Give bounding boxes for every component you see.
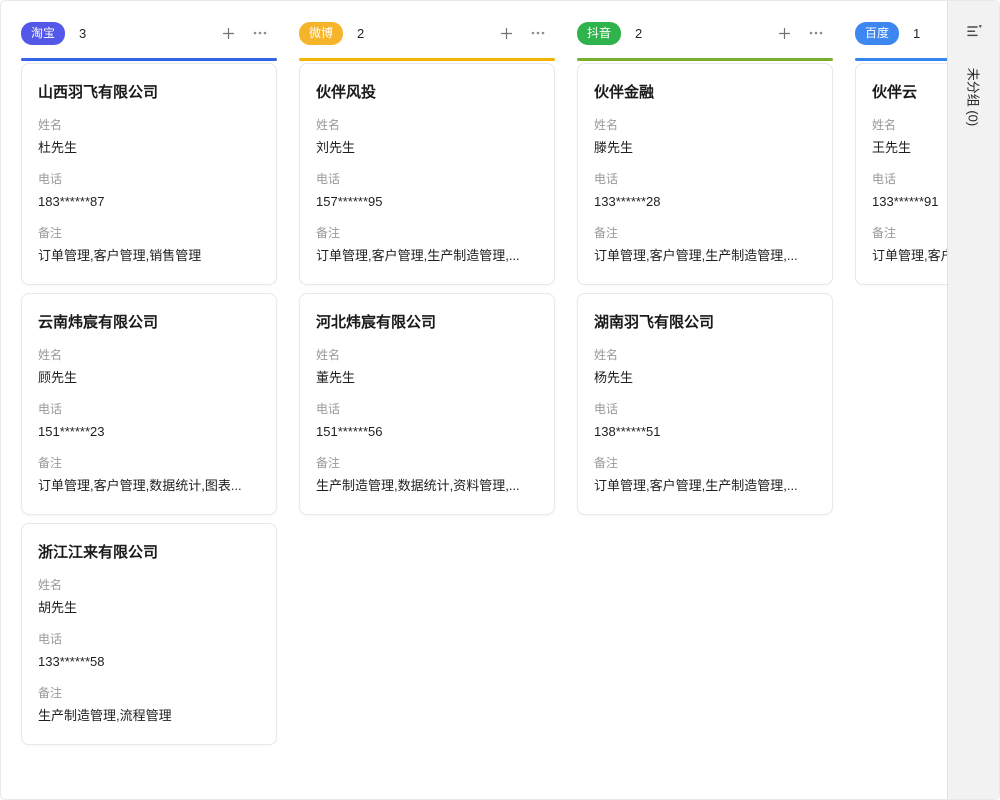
field-label: 电话 xyxy=(38,401,260,418)
group-count: 1 xyxy=(913,26,920,41)
field-value: 生产制造管理,流程管理 xyxy=(38,706,260,725)
field-value: 订单管理,客户管理,生产制造管理,... xyxy=(594,246,816,265)
add-card-icon[interactable] xyxy=(497,24,515,42)
column-menu-icon[interactable] xyxy=(807,24,825,42)
field-label: 备注 xyxy=(38,685,260,702)
field-value: 183******87 xyxy=(38,192,260,211)
card-list: 山西羽飞有限公司姓名杜先生电话183******87备注订单管理,客户管理,销售… xyxy=(21,61,277,745)
field-value: 刘先生 xyxy=(316,138,538,157)
field-value: 杜先生 xyxy=(38,138,260,157)
record-card[interactable]: 伙伴金融姓名滕先生电话 133******28 备注订单管理,客户管理,生产制造管理… xyxy=(577,63,833,285)
record-title: 云南炜宸有限公司 xyxy=(38,312,260,333)
record-title: 伙伴金融 xyxy=(594,82,816,103)
field-value: 滕先生 xyxy=(594,138,816,157)
field-value: 杨先生 xyxy=(594,368,816,387)
field-value: 订单管理,客户管理,生产制造管理,... xyxy=(594,476,816,495)
field-label: 姓名 xyxy=(38,347,260,364)
column-menu-icon[interactable] xyxy=(251,24,269,42)
field-label: 备注 xyxy=(316,225,538,242)
field-value: 138******51 xyxy=(594,422,816,441)
field-value: 顾先生 xyxy=(38,368,260,387)
group-badge: 百度 xyxy=(855,22,899,45)
field-label: 电话 xyxy=(316,171,538,188)
collapsed-group-label: 未分组 (0) xyxy=(964,68,983,127)
group-count: 3 xyxy=(79,26,86,41)
record-title: 河北炜宸有限公司 xyxy=(316,312,538,333)
field-label: 姓名 xyxy=(594,347,816,364)
field-label: 备注 xyxy=(594,225,816,242)
kanban-column: 微博2伙伴风投姓名刘先生电话157******95备注订单管理,客户管理,生产制… xyxy=(299,21,555,515)
field-label: 姓名 xyxy=(316,347,538,364)
field-value: 133******28 xyxy=(594,192,816,211)
field-value: 151******56 xyxy=(316,422,538,441)
field-label: 电话 xyxy=(316,401,538,418)
field-label: 备注 xyxy=(38,225,260,242)
record-card[interactable]: 浙江江来有限公司姓名胡先生电话 133******58 备注生产制造管理,流程管理 xyxy=(21,523,277,745)
field-label: 姓名 xyxy=(316,117,538,134)
field-value: 胡先生 xyxy=(38,598,260,617)
field-value: 133******58 xyxy=(38,652,260,671)
card-list: 伙伴金融姓名滕先生电话133******28备注订单管理,客户管理,生产制造管理… xyxy=(577,61,833,515)
record-title: 浙江江来有限公司 xyxy=(38,542,260,563)
field-label: 电话 xyxy=(594,401,816,418)
field-label: 备注 xyxy=(316,455,538,472)
field-value: 订单管理,客户管理,销售管理 xyxy=(38,246,260,265)
record-card[interactable]: 河北炜宸有限公司姓名董先生电话 151******56 备注生产制造管理,数据统计,… xyxy=(299,293,555,515)
field-label: 备注 xyxy=(594,455,816,472)
group-count: 2 xyxy=(357,26,364,41)
card-list: 伙伴风投姓名刘先生电话157******95备注订单管理,客户管理,生产制造管理… xyxy=(299,61,555,515)
record-card[interactable]: 伙伴风投姓名刘先生电话 157******95 备注订单管理,客户管理,生产制造管理… xyxy=(299,63,555,285)
expand-panel-icon[interactable] xyxy=(965,22,983,40)
field-value: 订单管理,客户管理,数据统计,图表... xyxy=(38,476,260,495)
field-value: 订单管理,客户管理,生产制造管理,... xyxy=(316,246,538,265)
group-count: 2 xyxy=(635,26,642,41)
column-header: 淘宝 3 xyxy=(21,21,277,45)
record-title: 山西羽飞有限公司 xyxy=(38,82,260,103)
field-value: 生产制造管理,数据统计,资料管理,... xyxy=(316,476,538,495)
kanban-column: 抖音2伙伴金融姓名滕先生电话133******28备注订单管理,客户管理,生产制… xyxy=(577,21,833,515)
add-card-icon[interactable] xyxy=(219,24,237,42)
record-title: 湖南羽飞有限公司 xyxy=(594,312,816,333)
collapsed-group-panel[interactable]: 未分组 (0) xyxy=(947,1,999,799)
column-menu-icon[interactable] xyxy=(529,24,547,42)
record-card[interactable]: 山西羽飞有限公司姓名杜先生电话 183******87 备注订单管理,客户管理,销售… xyxy=(21,63,277,285)
column-header: 微博 2 xyxy=(299,21,555,45)
kanban-column: 淘宝3山西羽飞有限公司姓名杜先生电话183******87备注订单管理,客户管理… xyxy=(21,21,277,745)
record-card[interactable]: 湖南羽飞有限公司姓名杨先生电话 138******51 备注订单管理,客户管理,生产… xyxy=(577,293,833,515)
record-title: 伙伴风投 xyxy=(316,82,538,103)
group-badge: 淘宝 xyxy=(21,22,65,45)
field-label: 电话 xyxy=(594,171,816,188)
kanban-view: 淘宝3山西羽飞有限公司姓名杜先生电话183******87备注订单管理,客户管理… xyxy=(0,0,1000,800)
field-label: 姓名 xyxy=(594,117,816,134)
field-label: 电话 xyxy=(38,631,260,648)
field-value: 157******95 xyxy=(316,192,538,211)
field-label: 备注 xyxy=(38,455,260,472)
record-card[interactable]: 云南炜宸有限公司姓名顾先生电话 151******23 备注订单管理,客户管理,数据… xyxy=(21,293,277,515)
field-value: 151******23 xyxy=(38,422,260,441)
add-card-icon[interactable] xyxy=(775,24,793,42)
group-badge: 微博 xyxy=(299,22,343,45)
field-value: 董先生 xyxy=(316,368,538,387)
column-header: 抖音 2 xyxy=(577,21,833,45)
field-label: 电话 xyxy=(38,171,260,188)
group-badge: 抖音 xyxy=(577,22,621,45)
kanban-board: 淘宝3山西羽飞有限公司姓名杜先生电话183******87备注订单管理,客户管理… xyxy=(1,1,999,799)
field-label: 姓名 xyxy=(38,117,260,134)
field-label: 姓名 xyxy=(38,577,260,594)
